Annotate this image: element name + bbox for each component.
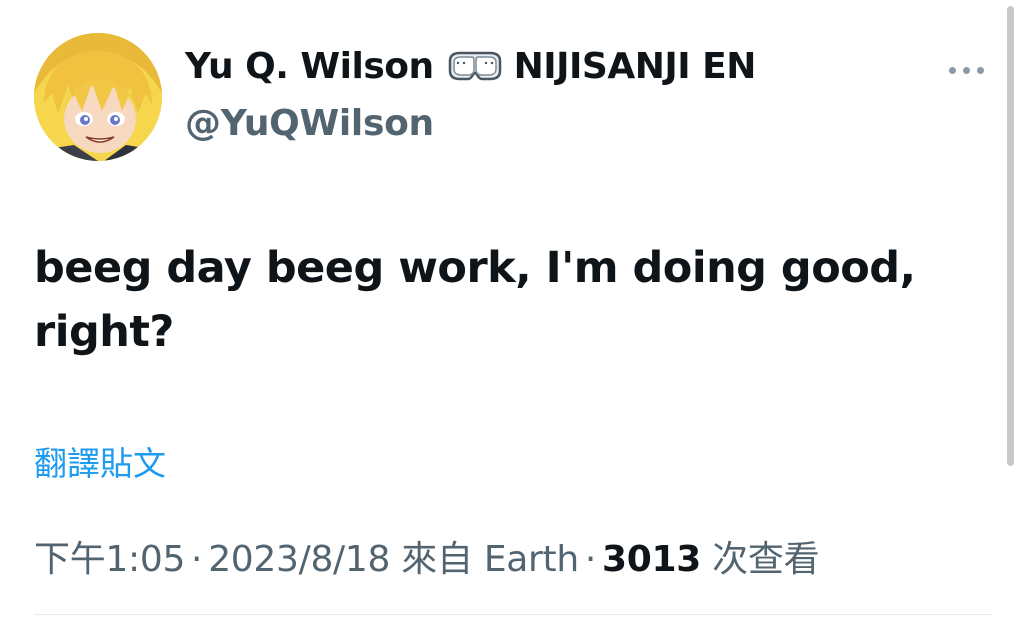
scrollbar[interactable] bbox=[1007, 6, 1014, 466]
translate-post-link[interactable]: 翻譯貼文 bbox=[34, 437, 166, 485]
more-horizontal-icon bbox=[948, 66, 956, 74]
meta-separator: · bbox=[191, 539, 203, 580]
tweet-date[interactable]: 2023/8/18 bbox=[208, 539, 390, 580]
more-options-button[interactable] bbox=[940, 52, 992, 88]
view-count-suffix: 次查看 bbox=[712, 539, 820, 580]
view-count: 3013 bbox=[602, 539, 702, 580]
meta-separator: · bbox=[584, 539, 597, 580]
more-horizontal-icon-dot bbox=[962, 66, 970, 74]
author-display-name[interactable]: Yu Q. Wilson bbox=[185, 46, 434, 87]
avatar[interactable] bbox=[34, 33, 162, 161]
divider bbox=[34, 614, 992, 615]
tweet-text-line: beeg day beeg work, I'm doing good, bbox=[34, 243, 916, 293]
tweet-text-line: right? bbox=[34, 307, 174, 357]
author-org-name[interactable]: NIJISANJI EN bbox=[514, 46, 757, 87]
source-prefix: 來自 bbox=[401, 539, 473, 580]
tweet-metadata: 下午1:05 · 2023/8/18 來自 Earth · 3013 次查看 bbox=[34, 530, 820, 582]
tweet-text: beeg day beeg work, I'm doing good, righ… bbox=[34, 236, 934, 364]
tweet-time[interactable]: 下午1:05 bbox=[34, 539, 185, 580]
author-name-row[interactable]: Yu Q. Wilson NIJISANJI EN bbox=[185, 46, 756, 87]
more-horizontal-icon-dot bbox=[976, 66, 984, 74]
tweet-detail: Yu Q. Wilson NIJISANJI EN @YuQWilson bee… bbox=[0, 0, 1024, 621]
tweet-source: Earth bbox=[483, 539, 579, 580]
goggles-icon bbox=[448, 49, 502, 85]
avatar-image bbox=[34, 33, 162, 161]
author-handle[interactable]: @YuQWilson bbox=[185, 103, 434, 144]
